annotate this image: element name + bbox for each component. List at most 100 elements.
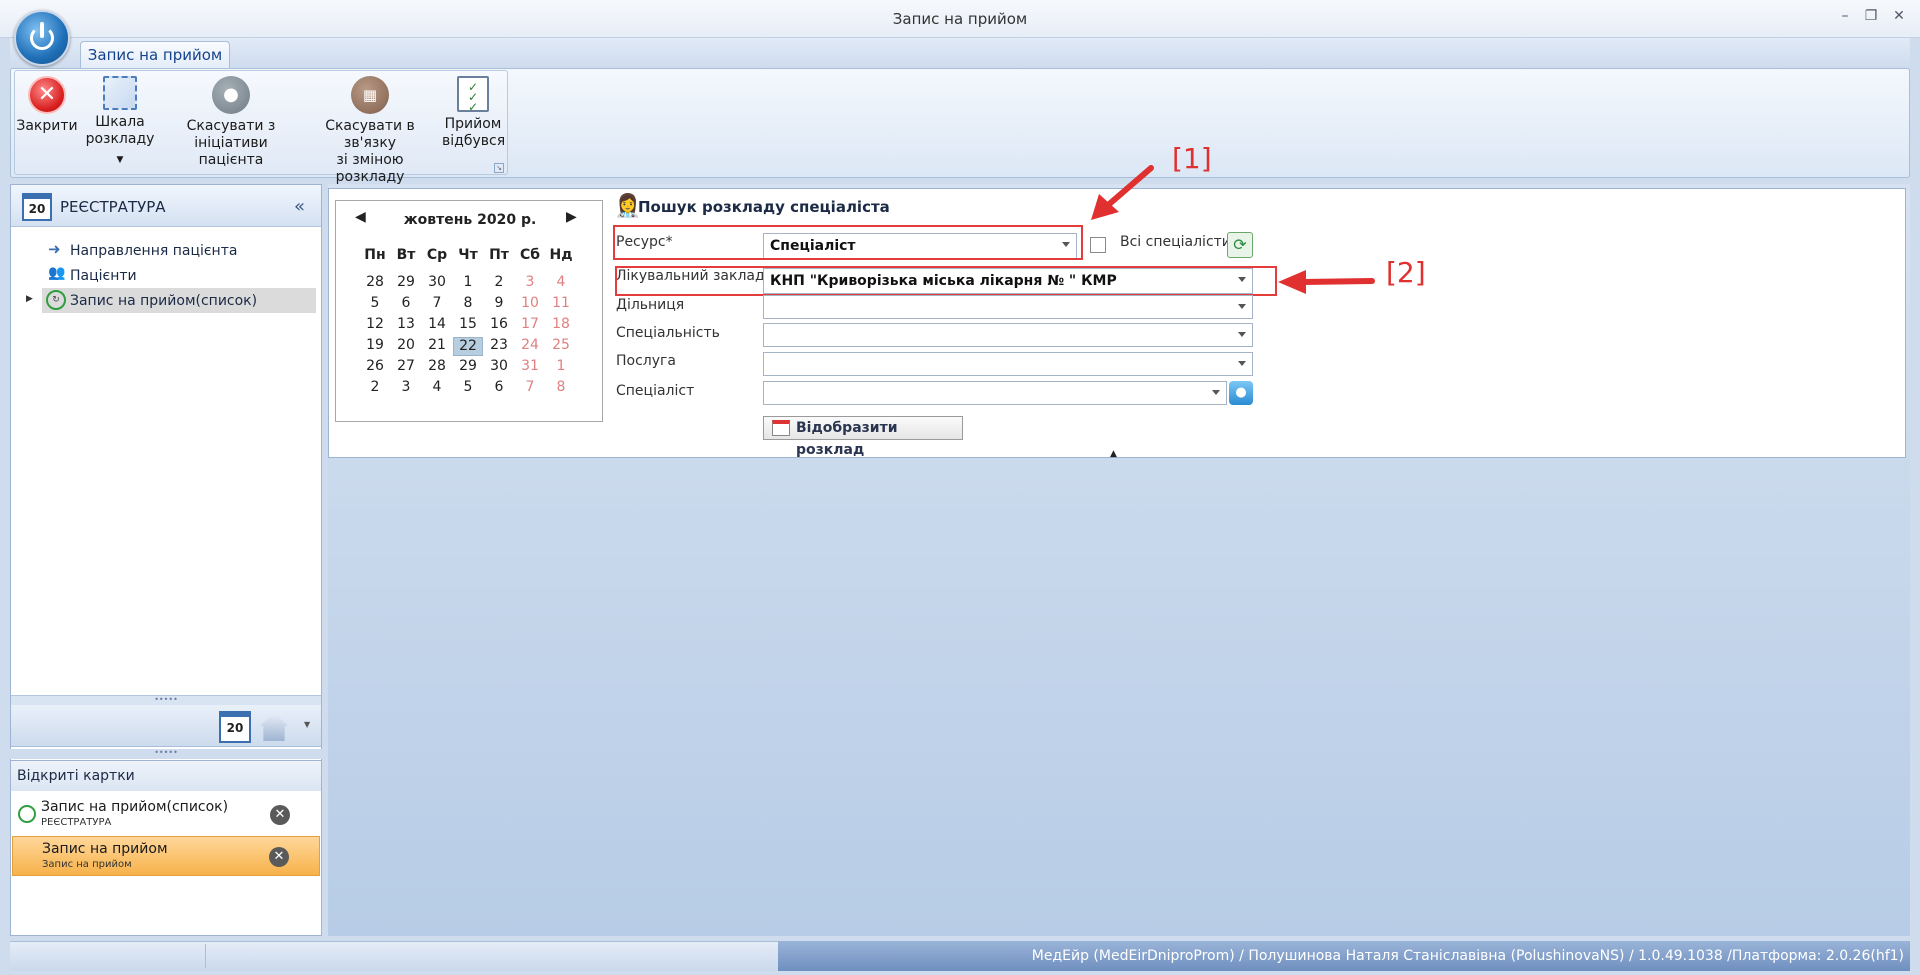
dropdown-arrow-icon (1238, 332, 1246, 337)
calendar-refresh-icon (772, 420, 790, 436)
calendar-day[interactable]: 14 (422, 316, 452, 335)
cancel-patient-button[interactable]: ● Скасувати з ініціативи пацієнта (184, 76, 278, 169)
dropdown-arrow-icon (1238, 304, 1246, 309)
calendar-day[interactable]: 12 (360, 316, 390, 335)
expand-arrow-icon[interactable]: ▶ (26, 294, 33, 304)
calendar-nav-icon[interactable]: 20 (219, 711, 251, 743)
calendar-day[interactable]: 17 (515, 316, 545, 335)
group-launcher-icon[interactable]: ↘ (494, 163, 504, 173)
calendar-day[interactable]: 30 (484, 358, 514, 377)
calendar-day[interactable]: 27 (391, 358, 421, 377)
calendar-day[interactable]: 6 (484, 379, 514, 398)
sidebar-item-patients[interactable]: Пацієнти (70, 264, 137, 288)
calendar-day[interactable]: 10 (515, 295, 545, 314)
calendar-day[interactable]: 26 (360, 358, 390, 377)
app-menu-orb[interactable] (14, 10, 70, 66)
collapse-panel-icon[interactable]: ▲ (1110, 449, 1117, 459)
calendar-day[interactable]: 4 (546, 274, 576, 293)
scale-label-2: розкладу (85, 131, 155, 147)
calendar-day[interactable]: 2 (360, 379, 390, 398)
close-button[interactable]: ✕ Закрити (16, 76, 78, 135)
card-appointment-list[interactable]: Запис на прийом(список) РЕЄСТРАТУРА ✕ (12, 795, 320, 835)
calendar-day[interactable]: 3 (515, 274, 545, 293)
show-schedule-button[interactable]: Відобразити розклад (763, 416, 963, 458)
calendar-day[interactable]: 28 (422, 358, 452, 377)
specialty-label: Спеціальність (616, 325, 720, 341)
dropdown-arrow-icon (1212, 390, 1220, 395)
weekday-header: Пт (489, 247, 509, 263)
calendar-day[interactable]: 3 (391, 379, 421, 398)
calendar-day[interactable]: 21 (422, 337, 452, 356)
appointment-list-icon (18, 805, 36, 823)
service-select[interactable] (763, 352, 1253, 376)
nav-more-icon[interactable]: ▼ (304, 720, 310, 729)
annotation-label-2: [2] (1386, 256, 1426, 289)
specialist-search-icon[interactable]: ● (1229, 381, 1253, 405)
weekday-header: Чт (458, 247, 478, 263)
calendar-day[interactable]: 4 (422, 379, 452, 398)
specialty-select[interactable] (763, 323, 1253, 347)
restore-icon[interactable]: ❐ (1862, 8, 1880, 24)
calendar-day[interactable]: 19 (360, 337, 390, 356)
splitter[interactable]: ••••• (11, 695, 321, 705)
calendar-day[interactable]: 1 (453, 274, 483, 293)
all-specialists-checkbox[interactable] (1090, 237, 1106, 253)
calendar-day[interactable]: 6 (391, 295, 421, 314)
calendar-day[interactable]: 24 (515, 337, 545, 356)
calendar-day[interactable]: 31 (515, 358, 545, 377)
card-appointment[interactable]: Запис на прийом Запис на прийом ✕ (12, 836, 320, 876)
calendar-day[interactable]: 5 (453, 379, 483, 398)
calendar-day[interactable]: 23 (484, 337, 514, 356)
close-window-icon[interactable]: ✕ (1890, 8, 1908, 24)
specialist-select[interactable] (763, 381, 1227, 405)
district-label: Дільниця (616, 297, 685, 313)
calendar-day[interactable]: 29 (453, 358, 483, 377)
calendar-day[interactable]: 15 (453, 316, 483, 335)
visit-done-label-1: Прийом (444, 116, 502, 132)
calendar-day[interactable]: 16 (484, 316, 514, 335)
status-divider (205, 944, 206, 968)
ribbon-tab-appointment[interactable]: Запис на прийом (80, 41, 230, 69)
calendar-day[interactable]: 8 (453, 295, 483, 314)
annotation-label-1: [1] (1172, 142, 1212, 175)
calendar-day[interactable]: 25 (546, 337, 576, 356)
annotation-arrow-2 (1278, 270, 1375, 294)
cancel-schedule-label-2: зі зміною розкладу (335, 152, 405, 185)
calendar-day[interactable]: 7 (422, 295, 452, 314)
close-card-icon[interactable]: ✕ (269, 847, 289, 867)
sidebar-item-referral[interactable]: Направлення пацієнта (70, 239, 237, 263)
calendar-month: жовтень 2020 р. (403, 212, 537, 228)
calendar-day[interactable]: 1 (546, 358, 576, 377)
calendar-day[interactable]: 5 (360, 295, 390, 314)
district-select[interactable] (763, 295, 1253, 319)
calendar-day[interactable]: 11 (546, 295, 576, 314)
calendar-day[interactable]: 2 (484, 274, 514, 293)
close-card-icon[interactable]: ✕ (270, 805, 290, 825)
weekday-header: Сб (519, 247, 541, 263)
calendar-day[interactable]: 28 (360, 274, 390, 293)
all-specialists-label: Всі спеціалісти (1120, 234, 1231, 250)
calendar-day[interactable]: 20 (391, 337, 421, 356)
calendar-day[interactable]: 7 (515, 379, 545, 398)
weekday-header: Пн (364, 247, 386, 263)
card-title: Запис на прийом(список) (41, 799, 229, 815)
refresh-icon[interactable]: ⟳ (1227, 232, 1253, 258)
minimize-icon[interactable]: – (1836, 8, 1854, 24)
next-month-icon[interactable]: ▶ (566, 209, 577, 225)
registry-header (11, 185, 321, 227)
collapse-icon[interactable]: « (294, 196, 305, 217)
calendar-day[interactable]: 13 (391, 316, 421, 335)
visit-done-button[interactable]: ✓ ✓ ✓ Прийом відбувся (442, 76, 505, 150)
cancel-patient-label-1: Скасувати з (186, 118, 276, 134)
annotation-box-1 (613, 225, 1083, 260)
calendar-day[interactable]: 9 (484, 295, 514, 314)
calendar-day[interactable]: 8 (546, 379, 576, 398)
calendar-day[interactable]: 29 (391, 274, 421, 293)
schedule-scale-button[interactable]: Шкала розкладу ▼ (82, 76, 158, 169)
cancel-schedule-button[interactable]: ▦ Скасувати в зв'язку зі зміною розкладу (302, 76, 438, 186)
calendar-day[interactable]: 30 (422, 274, 452, 293)
calendar-day[interactable]: 18 (546, 316, 576, 335)
splitter-2[interactable]: ••••• (10, 749, 322, 759)
calendar-day[interactable]: 22 (453, 337, 483, 356)
sidebar-item-appointments[interactable]: Запис на прийом(список) (70, 289, 257, 313)
